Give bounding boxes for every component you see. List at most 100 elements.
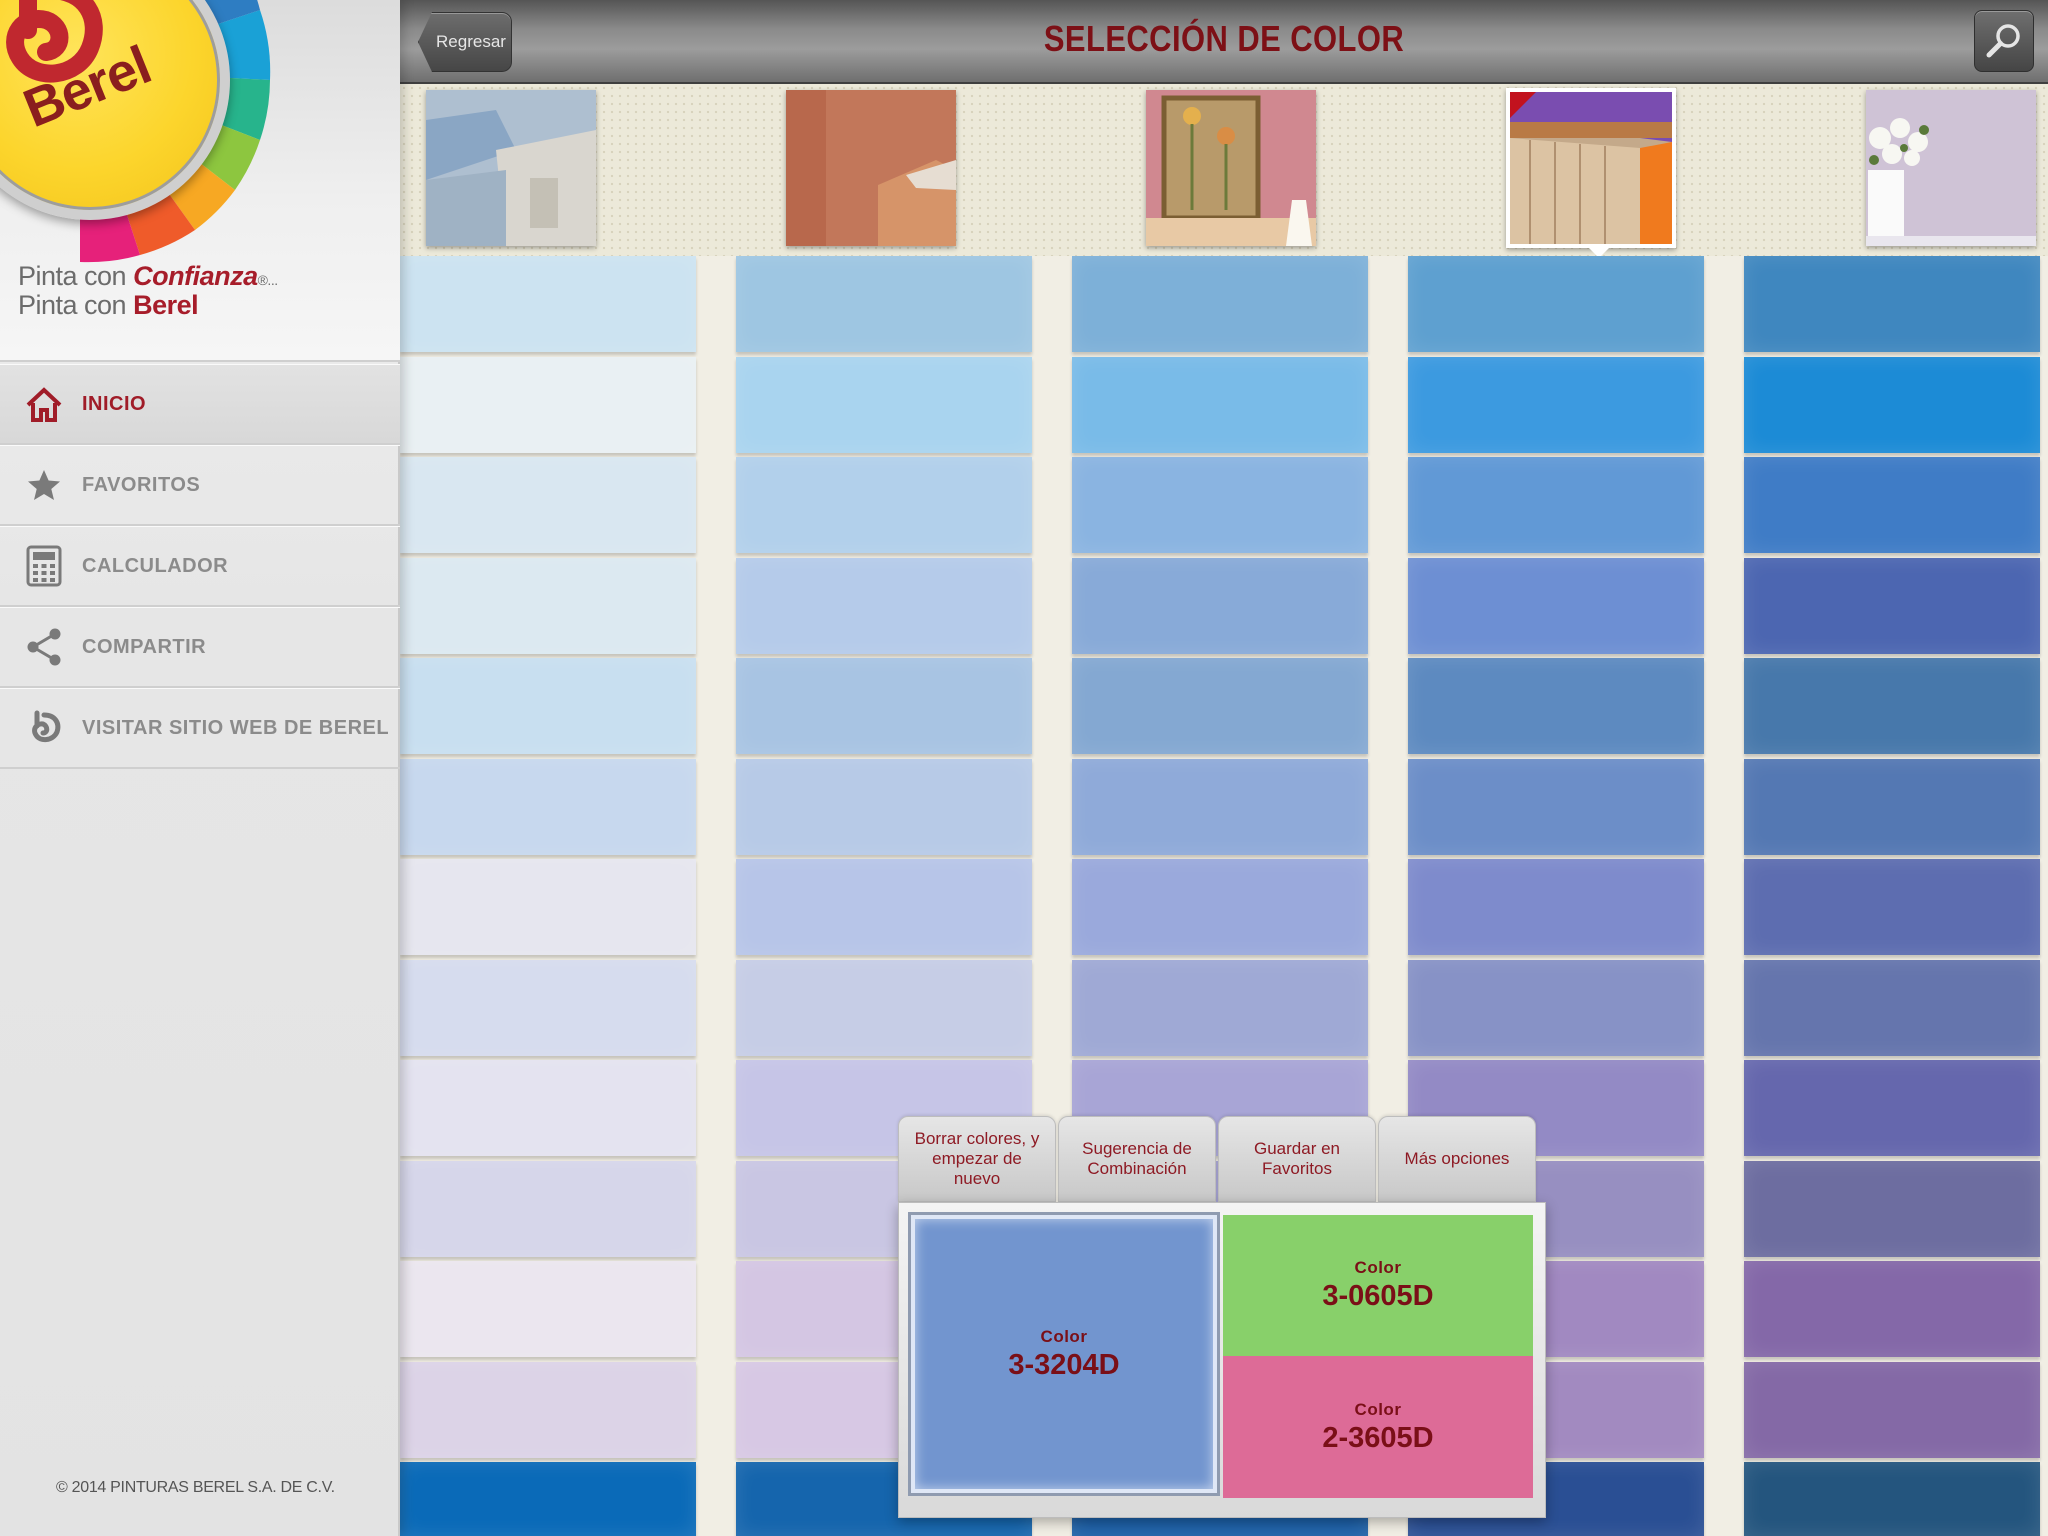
room-thumb-purple-ceiling[interactable] [1506, 88, 1676, 248]
color-swatch[interactable] [400, 960, 696, 1056]
room-thumb-pink-wall[interactable] [1146, 90, 1316, 246]
tagline: Pinta con Confianza®... Pinta con Berel [18, 261, 278, 320]
tagline-prefix-1: Pinta con [18, 261, 127, 291]
sidebar-item-label: COMPARTIR [82, 635, 207, 658]
swatch-column [400, 256, 696, 1536]
color-swatch[interactable] [1744, 558, 2040, 654]
color-swatch[interactable] [1072, 859, 1368, 955]
top-bar: Regresar SELECCIÓN DE COLOR [400, 0, 2048, 84]
color-swatch[interactable] [1408, 759, 1704, 855]
brand-header: Berel Pinta con Confianza®... Pinta con … [0, 0, 400, 362]
tab-label: Guardar en Favoritos [1254, 1139, 1340, 1178]
color-swatch[interactable] [1408, 558, 1704, 654]
color-swatch[interactable] [400, 558, 696, 654]
save-favorites-tab[interactable]: Guardar en Favoritos [1218, 1116, 1376, 1202]
color-swatch[interactable] [736, 759, 1032, 855]
color-swatch[interactable] [400, 357, 696, 453]
search-button[interactable] [1974, 10, 2034, 72]
color-swatch[interactable] [1408, 457, 1704, 553]
color-swatch[interactable] [400, 658, 696, 754]
clear-colors-tab[interactable]: Borrar colores, y empezar de nuevo [898, 1116, 1056, 1202]
color-swatch[interactable] [1408, 960, 1704, 1056]
color-label: Color [1354, 1258, 1402, 1277]
color-swatch[interactable] [1072, 759, 1368, 855]
color-swatch[interactable] [736, 357, 1032, 453]
color-code: 3-0605D [1322, 1280, 1434, 1312]
selected-colors-panel: Color 3-3204D Color 3-0605D Color 2-3605… [898, 1202, 1546, 1518]
color-swatch[interactable] [1072, 457, 1368, 553]
tagline-prefix-2: Pinta con [18, 290, 127, 320]
selected-color-secondary[interactable]: Color 3-0605D [1223, 1215, 1533, 1356]
tagline-highlight-1: Confianza [133, 261, 258, 291]
copyright-text: © 2014 PINTURAS BEREL S.A. DE C.V. [56, 1479, 335, 1496]
back-button[interactable]: Regresar [418, 12, 512, 72]
sidebar-item-favoritos[interactable]: FAVORITOS [0, 445, 400, 526]
color-swatch[interactable] [400, 859, 696, 955]
color-swatch[interactable] [1744, 256, 2040, 352]
color-swatch[interactable] [1744, 859, 2040, 955]
color-code: 2-3605D [1322, 1421, 1434, 1454]
room-thumb-lilac-wall[interactable] [1866, 90, 2036, 246]
color-swatch[interactable] [1744, 457, 2040, 553]
color-swatch[interactable] [400, 256, 696, 352]
color-swatch[interactable] [1744, 759, 2040, 855]
color-swatch[interactable] [1744, 1261, 2040, 1357]
room-selector [400, 84, 2048, 258]
color-swatch[interactable] [400, 759, 696, 855]
color-swatch[interactable] [1744, 1060, 2040, 1156]
room-thumb-exterior[interactable] [426, 90, 596, 246]
sidebar-item-label: CALCULADOR [82, 554, 229, 577]
color-swatch[interactable] [1744, 1462, 2040, 1536]
color-swatch[interactable] [736, 658, 1032, 754]
color-swatch[interactable] [736, 256, 1032, 352]
color-swatch[interactable] [400, 1362, 696, 1458]
color-code: 3-3204D [1008, 1348, 1120, 1381]
sidebar-item-inicio[interactable]: INICIO [0, 364, 400, 445]
sidebar-item-visitar-sitio[interactable]: VISITAR SITIO WEB DE BEREL [0, 688, 400, 769]
color-swatch[interactable] [1072, 960, 1368, 1056]
color-swatch[interactable] [1744, 960, 2040, 1056]
color-swatch[interactable] [400, 1161, 696, 1257]
color-swatch[interactable] [1072, 256, 1368, 352]
tab-label: Más opciones [1404, 1149, 1510, 1168]
color-swatch[interactable] [1744, 658, 2040, 754]
color-swatch[interactable] [1744, 1362, 2040, 1458]
color-swatch[interactable] [400, 457, 696, 553]
sidebar-item-calculador[interactable]: CALCULADOR [0, 526, 400, 607]
color-swatch[interactable] [1744, 1161, 2040, 1257]
sidebar: Berel Pinta con Confianza®... Pinta con … [0, 0, 400, 1536]
color-swatch[interactable] [1408, 357, 1704, 453]
sidebar-item-compartir[interactable]: COMPARTIR [0, 607, 400, 688]
swatch-column [1744, 256, 2040, 1536]
berel-swirl-icon [22, 706, 66, 750]
tagline-suffix-1: ®... [257, 272, 278, 288]
color-swatch[interactable] [736, 558, 1032, 654]
search-icon [1986, 24, 2020, 58]
combination-suggestion-tab[interactable]: Sugerencia de Combinación [1058, 1116, 1216, 1202]
color-swatch[interactable] [400, 1060, 696, 1156]
selected-color-tertiary[interactable]: Color 2-3605D [1223, 1356, 1533, 1498]
color-swatch[interactable] [736, 859, 1032, 955]
color-swatch[interactable] [1072, 658, 1368, 754]
color-swatch[interactable] [1408, 256, 1704, 352]
color-swatch[interactable] [1744, 357, 2040, 453]
calculator-icon [22, 544, 66, 588]
selected-color-main[interactable]: Color 3-3204D [911, 1215, 1217, 1493]
tagline-highlight-2: Berel [133, 290, 199, 320]
color-swatch[interactable] [400, 1261, 696, 1357]
star-icon [22, 463, 66, 507]
color-swatch[interactable] [400, 1462, 696, 1536]
share-icon [22, 625, 66, 669]
tab-label: Sugerencia de Combinación [1082, 1139, 1192, 1178]
color-swatch[interactable] [736, 960, 1032, 1056]
color-swatch[interactable] [1408, 658, 1704, 754]
color-label: Color [1354, 1399, 1402, 1419]
color-swatch[interactable] [1408, 859, 1704, 955]
color-swatch[interactable] [736, 457, 1032, 553]
color-swatch[interactable] [1072, 357, 1368, 453]
room-thumb-terracotta[interactable] [786, 90, 956, 246]
sidebar-item-label: INICIO [82, 392, 147, 415]
home-icon [22, 382, 66, 426]
color-swatch[interactable] [1072, 558, 1368, 654]
more-options-tab[interactable]: Más opciones [1378, 1116, 1536, 1202]
